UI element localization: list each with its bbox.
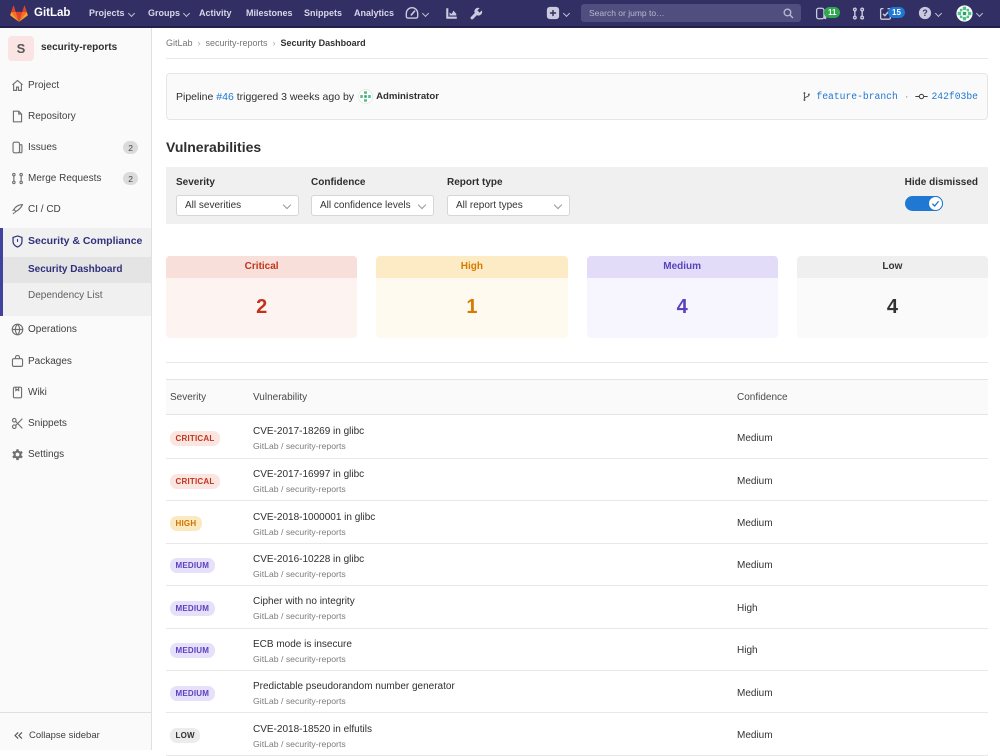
svg-text:?: ?: [922, 8, 927, 18]
